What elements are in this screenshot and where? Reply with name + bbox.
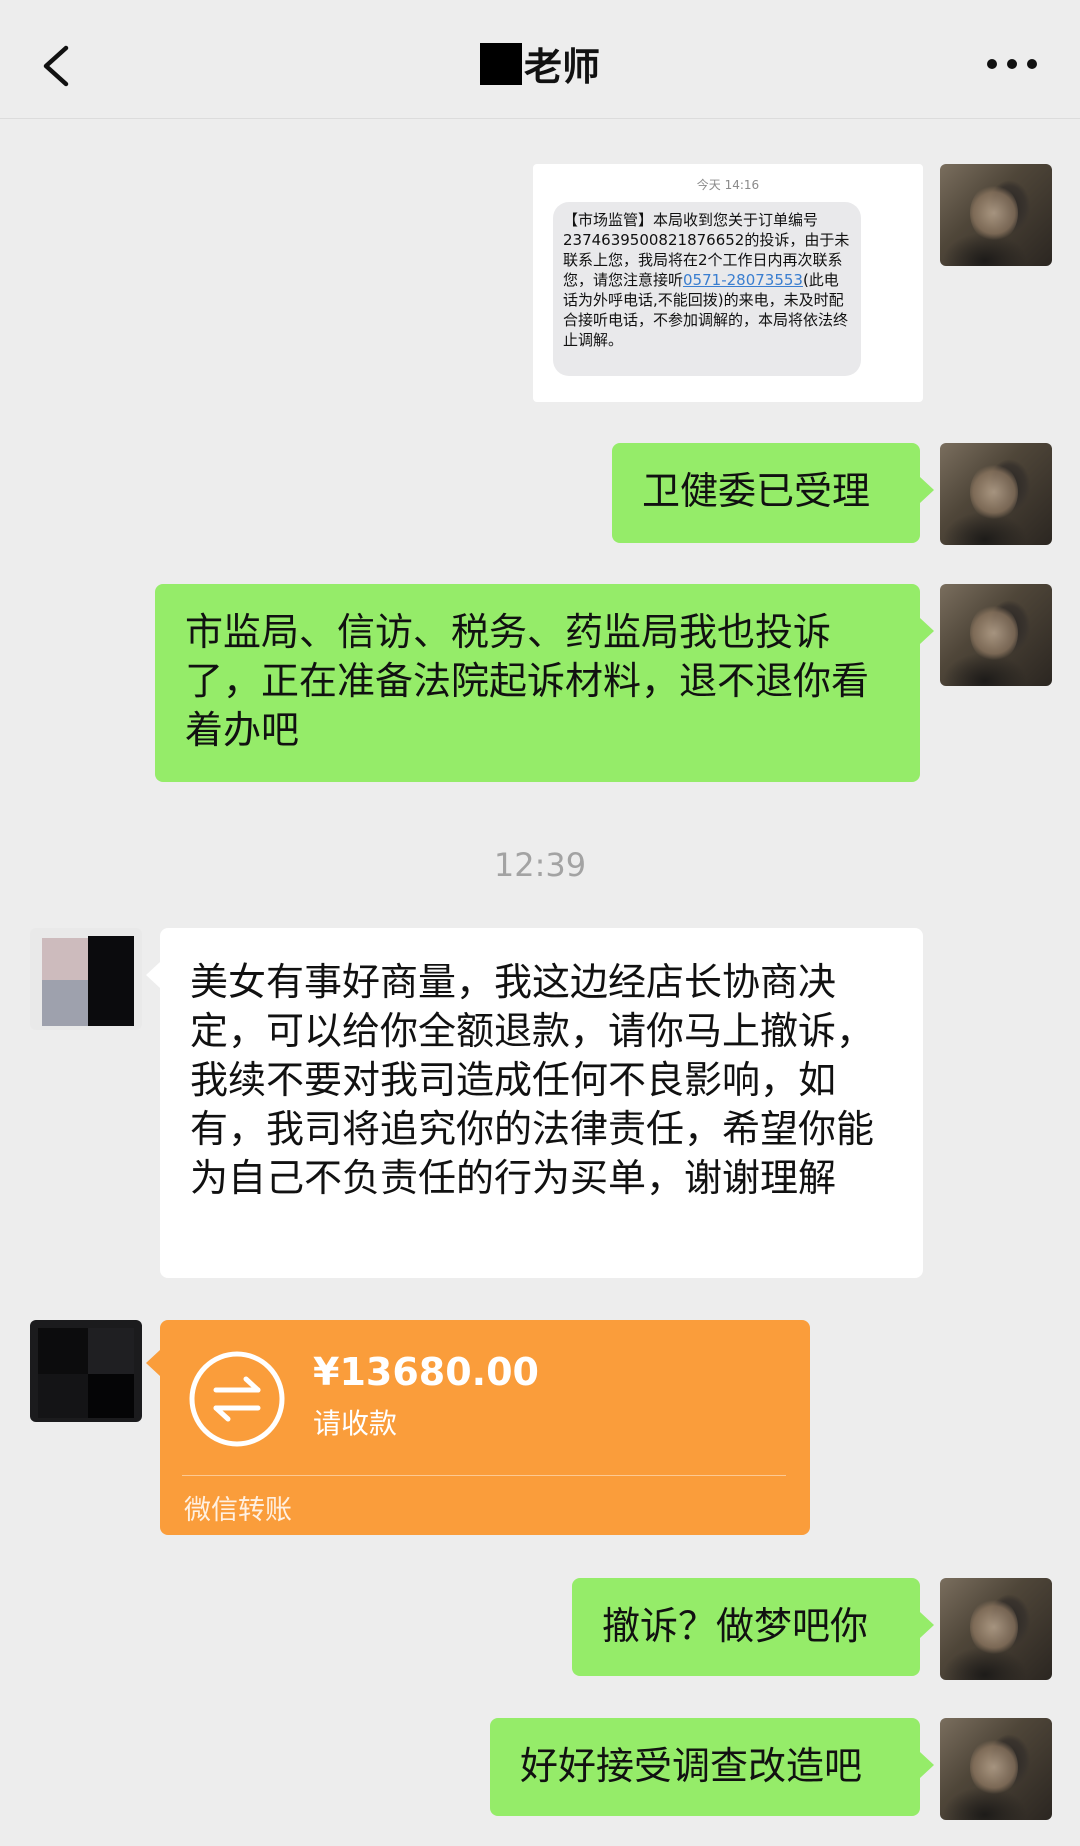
my-avatar[interactable]: [940, 164, 1052, 266]
sent-message-bubble[interactable]: 市监局、信访、税务、药监局我也投诉了，正在准备法院起诉材料，退不退你看着办吧: [155, 584, 934, 782]
contact-avatar[interactable]: [30, 1320, 142, 1422]
sent-message-bubble[interactable]: 撤诉？做梦吧你: [572, 1578, 934, 1676]
transfer-amount: ¥13680.00: [313, 1350, 539, 1394]
transfer-arrows-icon: [189, 1351, 285, 1447]
my-avatar[interactable]: [940, 1578, 1052, 1680]
message-text: 撤诉？做梦吧你: [602, 1604, 869, 1648]
more-dots-icon[interactable]: [984, 52, 1040, 76]
my-avatar[interactable]: [940, 1718, 1052, 1820]
transfer-type-label: 微信转账: [184, 1495, 292, 1526]
message-text: 卫健委已受理: [642, 469, 871, 513]
sent-message-bubble[interactable]: 卫健委已受理: [612, 443, 934, 543]
chat-title: 老师: [523, 45, 600, 89]
contact-avatar[interactable]: [30, 928, 142, 1030]
redacted-name-block: [479, 42, 522, 85]
received-message-bubble[interactable]: 美女有事好商量，我这边经店长协商决定，可以给你全额退款，请你马上撤诉，我续不要对…: [146, 928, 923, 1278]
sms-screenshot-image[interactable]: 今天 14:16 【市场监管】本局收到您关于订单编号23746395008218…: [533, 164, 923, 402]
chat-title-area: 老师: [0, 36, 1080, 91]
transfer-status: 请收款: [313, 1407, 398, 1440]
chat-timestamp: 12:39: [493, 846, 587, 884]
transfer-divider: [182, 1475, 786, 1476]
navigation-bar: 老师: [0, 0, 1080, 119]
sms-phone-link: 0571-28073553: [683, 271, 803, 289]
sms-text: 【市场监管】本局收到您关于订单编号2374639500821876652的投诉，…: [553, 202, 861, 376]
wechat-transfer-card[interactable]: ¥13680.00 请收款 微信转账: [146, 1320, 810, 1535]
sms-time: 今天 14:16: [696, 178, 760, 192]
my-avatar[interactable]: [940, 443, 1052, 545]
message-text: 市监局、信访、税务、药监局我也投诉了，正在准备法院起诉材料，退不退你看着办吧: [185, 610, 870, 752]
message-text: 美女有事好商量，我这边经店长协商决定，可以给你全额退款，请你马上撤诉，我续不要对…: [190, 960, 875, 1200]
sent-message-bubble[interactable]: 好好接受调查改造吧: [490, 1718, 934, 1816]
message-text: 好好接受调查改造吧: [520, 1744, 863, 1788]
my-avatar[interactable]: [940, 584, 1052, 686]
